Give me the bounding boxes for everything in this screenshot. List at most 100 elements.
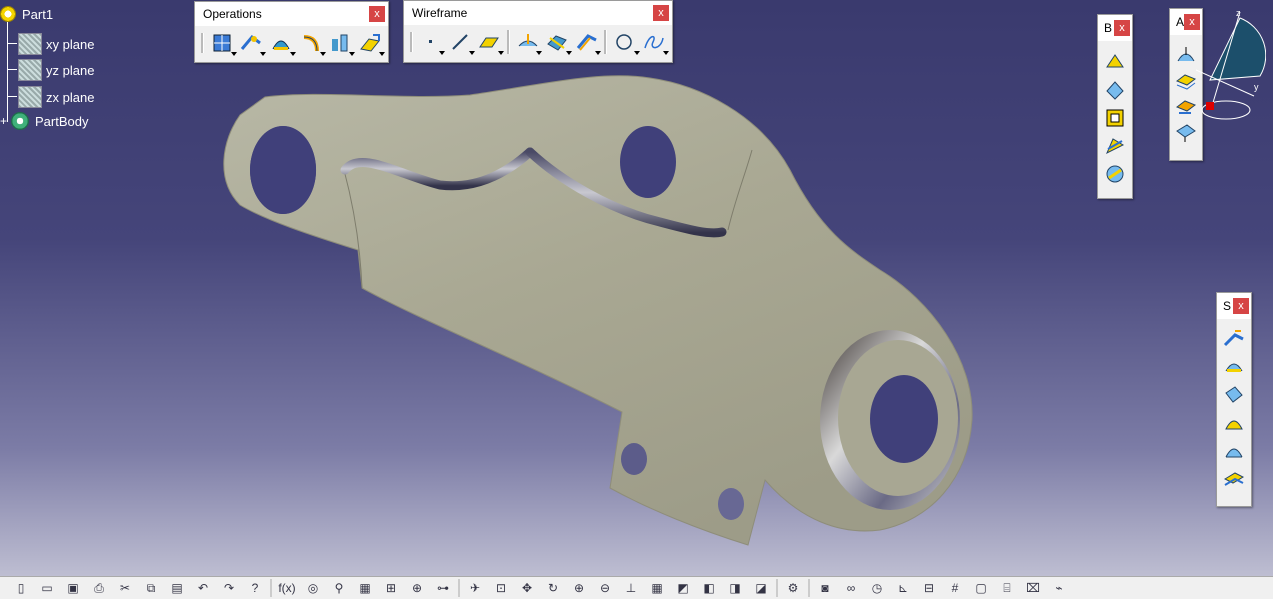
fillet-icon: [303, 35, 319, 52]
fly-icon[interactable]: ✈: [464, 579, 486, 597]
capture-icon[interactable]: ◙: [814, 579, 836, 597]
sketch-tracer-icon[interactable]: ⚙: [782, 579, 804, 597]
zoom-in-icon[interactable]: ⊕: [568, 579, 590, 597]
open-icon[interactable]: ▭: [36, 579, 58, 597]
a-toolbar-title: A: [1176, 15, 1185, 29]
link-icon[interactable]: ∞: [840, 579, 862, 597]
transform-button[interactable]: [329, 32, 356, 56]
wireframe-toolbar-title: Wireframe: [412, 6, 468, 20]
split-button[interactable]: [269, 32, 296, 56]
projection-button[interactable]: [516, 31, 543, 55]
s-toolbar[interactable]: S x: [1216, 292, 1252, 507]
pan-icon[interactable]: ✥: [516, 579, 538, 597]
offset-button[interactable]: [575, 31, 602, 55]
compass-widget[interactable]: z y: [1196, 6, 1266, 124]
sweep-surface-icon[interactable]: [1104, 135, 1126, 157]
flanged-cutout-icon[interactable]: [1223, 469, 1245, 489]
multi-view-icon[interactable]: ▦: [646, 579, 668, 597]
swap-space-icon[interactable]: ◪: [750, 579, 772, 597]
offset-icon: [576, 34, 597, 51]
paste-icon[interactable]: ▤: [166, 579, 188, 597]
compass-origin: [1206, 102, 1214, 110]
b-toolbar[interactable]: B x: [1097, 14, 1133, 199]
split-icon: [272, 40, 290, 50]
flange-icon[interactable]: [1223, 357, 1245, 377]
zoom-out-icon[interactable]: ⊖: [594, 579, 616, 597]
undo-icon[interactable]: ↶: [192, 579, 214, 597]
extrude-surface-icon[interactable]: [1104, 51, 1126, 73]
lock-icon[interactable]: ⊕: [406, 579, 428, 597]
cut-icon[interactable]: ✂: [114, 579, 136, 597]
plane-button[interactable]: [478, 31, 505, 55]
part-boss-hole: [870, 375, 938, 463]
offset-surface-icon[interactable]: [1175, 123, 1197, 143]
toolbar-separator: [604, 30, 608, 54]
s-toolbar-title: S: [1223, 299, 1232, 313]
heal-icon: [241, 34, 262, 50]
clock-icon[interactable]: ◷: [866, 579, 888, 597]
redo-icon[interactable]: ↷: [218, 579, 240, 597]
heal-button[interactable]: [240, 32, 267, 56]
rotate-icon[interactable]: ↻: [542, 579, 564, 597]
circle-button[interactable]: [613, 31, 640, 55]
wall-icon[interactable]: [1223, 329, 1245, 349]
hierarchy-icon[interactable]: ⊟: [918, 579, 940, 597]
save-icon[interactable]: ▣: [62, 579, 84, 597]
analysis-icon[interactable]: ⌧: [1022, 579, 1044, 597]
grid-icon[interactable]: #: [944, 579, 966, 597]
operations-close-button[interactable]: x: [369, 6, 385, 22]
part-model-viewport[interactable]: [0, 0, 1273, 598]
adaptive-sweep-icon[interactable]: [1175, 97, 1197, 117]
stamp-icon[interactable]: [1223, 385, 1245, 405]
print-icon[interactable]: ⎙: [88, 579, 110, 597]
s-close-button[interactable]: x: [1233, 298, 1249, 314]
fill-surface-icon[interactable]: [1104, 163, 1126, 185]
compass-axis-z-label: z: [1236, 8, 1241, 18]
blend-icon[interactable]: [1175, 71, 1197, 91]
normal-view-icon[interactable]: ⊥: [620, 579, 642, 597]
line-icon: [452, 34, 468, 50]
line-button[interactable]: [448, 31, 475, 55]
point-button[interactable]: [419, 31, 446, 55]
b-close-button[interactable]: x: [1114, 20, 1130, 36]
operations-toolbar[interactable]: Operations x: [194, 1, 389, 63]
toolbar-separator: [507, 30, 511, 54]
fillet-button[interactable]: [299, 32, 326, 56]
bead-icon[interactable]: [1223, 441, 1245, 461]
revolve-surface-icon[interactable]: [1104, 79, 1126, 101]
intersection-button[interactable]: [545, 31, 572, 55]
axis-icon[interactable]: ⊾: [892, 579, 914, 597]
table-icon[interactable]: ▦: [354, 579, 376, 597]
surface-stamp-icon[interactable]: [1223, 413, 1245, 433]
shading-icon[interactable]: ◧: [698, 579, 720, 597]
hide-show-icon[interactable]: ◨: [724, 579, 746, 597]
join-button[interactable]: [210, 32, 237, 56]
toolbar-grip[interactable]: [201, 33, 204, 53]
part-hole-small-2: [718, 488, 744, 520]
toolbar-grip[interactable]: [410, 32, 413, 52]
wireframe-close-button[interactable]: x: [653, 5, 669, 21]
measure-icon[interactable]: ⚲: [328, 579, 350, 597]
cylinder-icon[interactable]: ⌸: [996, 579, 1018, 597]
wireframe-toolbar[interactable]: Wireframe x: [403, 0, 673, 63]
copy-icon[interactable]: ⧉: [140, 579, 162, 597]
box-icon[interactable]: ▢: [970, 579, 992, 597]
multi-section-surface-icon[interactable]: [1175, 45, 1197, 65]
fit-all-icon[interactable]: ⊡: [490, 579, 512, 597]
point-icon: [428, 40, 432, 43]
tree-icon[interactable]: ⊞: [380, 579, 402, 597]
knowledge-icon[interactable]: ◎: [302, 579, 324, 597]
intersection-icon: [547, 35, 567, 51]
graph-icon[interactable]: ⊶: [432, 579, 454, 597]
formula-icon[interactable]: f(x): [276, 579, 298, 597]
extrapolate-button[interactable]: [358, 32, 385, 56]
standard-toolbar[interactable]: ▯ ▭ ▣ ⎙ ✂ ⧉ ▤ ↶ ↷ ? f(x) ◎ ⚲ ▦ ⊞ ⊕ ⊶ ✈ ⊡…: [0, 576, 1273, 599]
extrapolate-icon: [360, 34, 381, 52]
new-icon[interactable]: ▯: [10, 579, 32, 597]
stamp-tool-icon[interactable]: ⌁: [1048, 579, 1070, 597]
spline-button[interactable]: [643, 31, 669, 55]
iso-view-icon[interactable]: ◩: [672, 579, 694, 597]
part-hole-upper-left: [250, 126, 316, 214]
sphere-surface-icon[interactable]: [1104, 107, 1126, 129]
help-icon[interactable]: ?: [244, 579, 266, 597]
